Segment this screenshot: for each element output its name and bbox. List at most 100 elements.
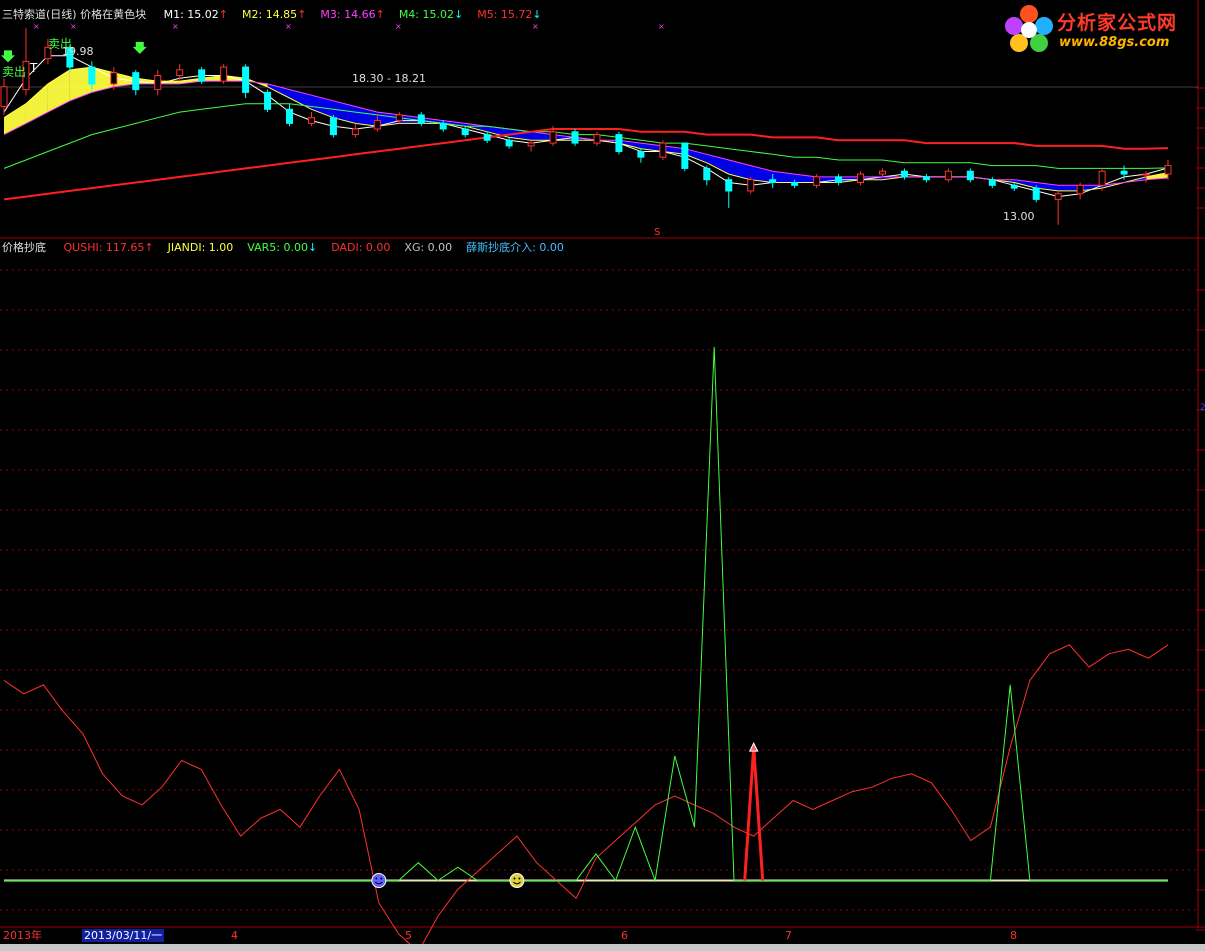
top-legend: 三特索道(日线) 价格在黄色块 M1: 15.02↑ M2: 14.85↑ M3: … <box>2 8 542 21</box>
candle-down <box>417 114 425 124</box>
smiley-eye <box>513 877 516 880</box>
top-legend-arrow-icon: ↑ <box>218 8 228 21</box>
top-legend-arrow-icon: ↑ <box>297 8 307 21</box>
indicator-line-qushi <box>3 644 1169 951</box>
indicator-line-var5 <box>4 346 1168 883</box>
bottom-legend-item: DADI: 0.00 <box>331 241 391 254</box>
yellow-band-segment <box>4 103 26 135</box>
candle-up <box>1164 165 1172 175</box>
ma-line-m1 <box>3 55 1169 198</box>
candle-up <box>549 131 557 144</box>
candle-up <box>593 134 601 144</box>
candle-down <box>791 182 799 186</box>
candle-down <box>439 122 447 130</box>
top-legend-arrow-icon: ↓ <box>454 8 464 21</box>
range-label: 18.30 - 18.21 <box>352 72 426 85</box>
time-axis[interactable]: 2013年 2013/03/11/一 4 5 6 7 8 <box>0 928 1205 944</box>
ma-line-m4 <box>3 103 1169 169</box>
candle-down <box>769 179 777 183</box>
low-label: 13.00 <box>1003 210 1035 223</box>
dadi-spike <box>743 747 765 881</box>
month-label-7: 7 <box>785 929 792 942</box>
smiley-eye <box>380 877 383 880</box>
candle-down <box>900 170 908 178</box>
candle-up <box>154 75 162 91</box>
candle-down <box>571 131 579 144</box>
candle-down <box>922 176 930 181</box>
indicator-panel-grid <box>0 269 1205 931</box>
dadi-up-arrow-icon <box>748 742 759 752</box>
candle-up <box>176 69 184 77</box>
candle-down <box>725 179 733 192</box>
high-label: 19.98 <box>62 45 94 58</box>
site-logo: 分析家公式网 www.88gs.com <box>1001 2 1199 56</box>
sell-arrow-icon <box>132 41 147 54</box>
top-legend-arrow-icon: ↓ <box>532 8 542 21</box>
cursor-date: 2013/03/11/一 <box>82 929 165 942</box>
candle-down <box>88 66 96 85</box>
candle-down <box>461 128 469 136</box>
stock-chart-canvas[interactable]: × × × × × × × 2 <box>0 0 1205 951</box>
candle-up <box>878 170 886 175</box>
candle-up <box>351 128 359 136</box>
signal-x-mark: × <box>658 22 665 31</box>
top-legend-item: M5: 15.72 <box>477 8 533 21</box>
signal-x-mark: × <box>395 22 402 31</box>
bottom-tab-strip[interactable] <box>0 944 1205 951</box>
candle-down <box>703 167 711 181</box>
top-legend-item: M1: 15.02 <box>163 8 219 21</box>
candle-down <box>615 134 623 153</box>
bottom-legend-item: JIANDI: 1.00 <box>167 241 234 254</box>
year-label: 2013年 <box>3 929 42 942</box>
signal-x-mark: × <box>33 22 40 31</box>
month-label-8: 8 <box>1010 929 1017 942</box>
smiley-eye <box>375 877 378 880</box>
candle-down <box>286 108 294 124</box>
candle-up <box>220 66 228 82</box>
indicator-title: 价格抄底 <box>2 241 46 254</box>
signal-x-mark: × <box>172 22 179 31</box>
ma-line-m3 <box>3 80 1169 186</box>
candle-up <box>395 114 403 122</box>
bottom-legend-item: 薛斯抄底介入: 0.00 <box>466 241 564 254</box>
indicator-panel[interactable]: 2 <box>3 346 1205 951</box>
bottom-legend-item: VAR5: 0.00 <box>247 241 308 254</box>
candle-up <box>659 142 667 158</box>
yellow-band-segment <box>47 69 70 113</box>
chart-title: 三特索道(日线) <box>2 8 77 21</box>
candle-up <box>1076 184 1084 195</box>
signal-x-mark: × <box>285 22 292 31</box>
top-legend-item: M3: 14.66 <box>320 8 376 21</box>
s-mark: S <box>654 227 661 238</box>
candle-down <box>988 179 996 186</box>
candle-down <box>264 91 272 110</box>
candle-up <box>527 142 535 147</box>
candle-up <box>813 176 821 186</box>
candle-down <box>1032 187 1040 200</box>
axis-cursor-mark: 2 <box>1200 403 1205 413</box>
candle-down <box>966 170 974 181</box>
candle-down <box>329 117 337 136</box>
bottom-legend-arrow-icon: ↓ <box>307 241 318 254</box>
signal-x-mark: × <box>532 22 539 31</box>
candle-up <box>373 120 381 130</box>
flower-logo-icon <box>1005 5 1053 52</box>
logo-name: 分析家公式网 <box>1057 12 1178 34</box>
month-label-5: 5 <box>405 929 412 942</box>
candle-up <box>110 72 118 85</box>
candle-up <box>747 179 755 192</box>
bottom-legend: 价格抄底 QUSHI: 117.65↑ JIANDI: 1.00 VAR5: 0.0… <box>2 241 564 254</box>
sell-arrow-icon <box>1 50 15 63</box>
candle-up <box>1098 170 1106 186</box>
bottom-legend-arrow-icon: ↑ <box>144 241 154 254</box>
top-legend-item: M4: 15.02 <box>398 8 454 21</box>
candle-up <box>857 173 865 183</box>
signal-x-mark: × <box>70 22 77 31</box>
candle-down <box>835 176 843 184</box>
candle-up <box>1142 173 1150 176</box>
candle-down <box>505 139 513 147</box>
smiley-face-icon <box>509 873 525 889</box>
month-label-6: 6 <box>621 929 628 942</box>
top-legend-item: M2: 14.85 <box>242 8 298 21</box>
bottom-legend-item: XG: 0.00 <box>404 241 453 254</box>
